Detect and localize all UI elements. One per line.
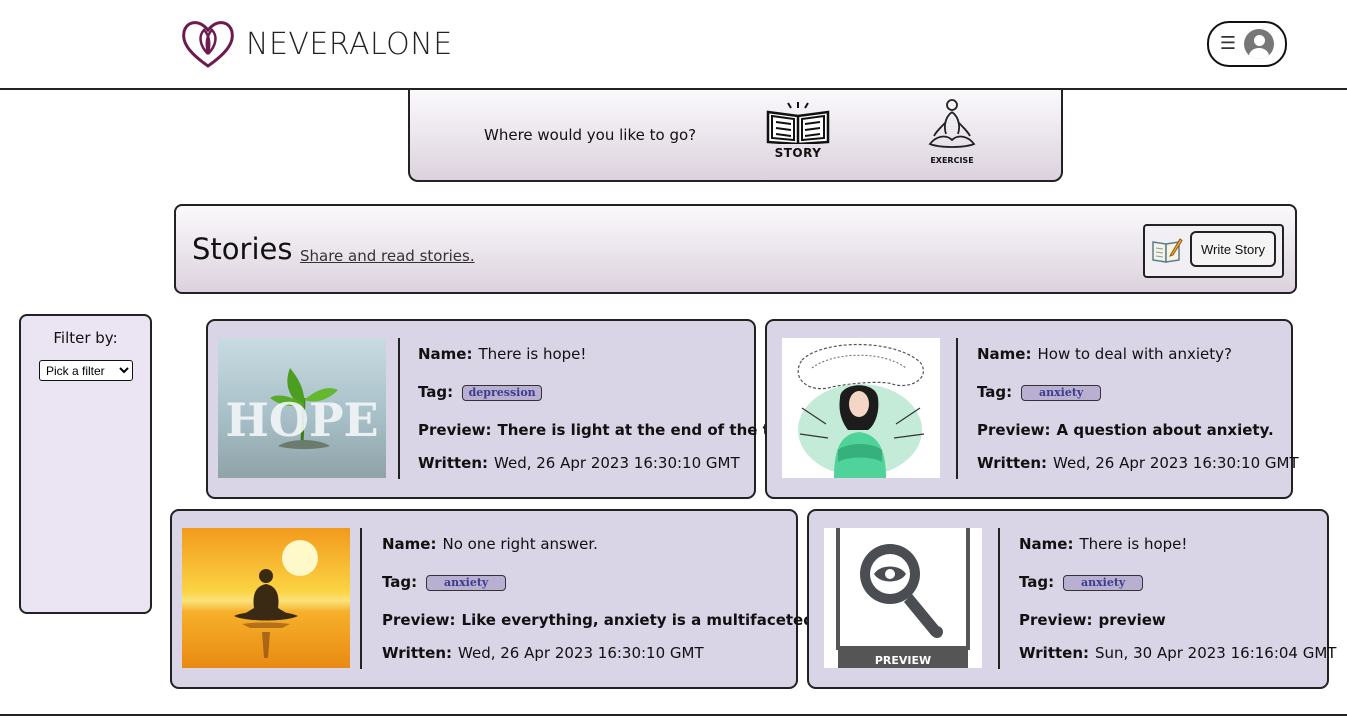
page-title: Stories	[192, 232, 293, 266]
preview-image-caption: PREVIEW	[875, 654, 931, 667]
name-label: Name:	[1019, 535, 1074, 553]
nav-story-link[interactable]: STORY	[764, 100, 832, 160]
preview-label: Preview:	[382, 611, 456, 629]
stories-banner: Stories Share and read stories. Write St…	[174, 204, 1297, 294]
story-tag-badge[interactable]: depression	[462, 384, 543, 401]
preview-label: Preview:	[1019, 611, 1093, 629]
story-written-date: Wed, 26 Apr 2023 16:30:10 GMT	[1053, 454, 1299, 472]
story-name: There is hope!	[1079, 535, 1188, 553]
navigation-panel: Where would you like to go? STORY EXERCI…	[408, 90, 1063, 182]
story-card[interactable]: PREVIEW Name: There is hope! Tag: anxiety …	[807, 509, 1336, 689]
story-name: No one right answer.	[442, 535, 598, 553]
preview-placeholder-image: PREVIEW	[824, 528, 982, 668]
write-story-panel: Write Story	[1143, 224, 1284, 278]
preview-label: Preview:	[418, 421, 492, 439]
footer-divider	[0, 714, 1347, 716]
page-subtitle[interactable]: Share and read stories.	[300, 247, 475, 265]
nav-question: Where would you like to go?	[484, 126, 697, 144]
written-label: Written:	[977, 454, 1048, 472]
story-card[interactable]: HOPE Name: There is hope! Tag: depression …	[206, 319, 823, 499]
heart-logo-icon	[182, 21, 234, 68]
write-story-button[interactable]: Write Story	[1190, 231, 1276, 267]
story-preview: A question about anxiety.	[1056, 421, 1274, 439]
name-label: Name:	[382, 535, 437, 553]
tag-label: Tag:	[977, 383, 1013, 401]
sprout-icon: HOPE	[225, 368, 379, 449]
card-divider	[998, 528, 1000, 669]
book-pencil-icon	[1152, 238, 1183, 263]
filter-select[interactable]: Pick a filter	[39, 360, 133, 381]
story-written-date: Sun, 30 Apr 2023 16:16:04 GMT	[1095, 644, 1337, 662]
anxious-person-icon	[797, 343, 925, 478]
tag-label: Tag:	[418, 383, 454, 401]
written-label: Written:	[382, 644, 453, 662]
anxiety-illustration-image	[782, 338, 940, 478]
story-card[interactable]: Name: No one right answer. Tag: anxiety Pr…	[170, 509, 889, 689]
card-divider	[956, 338, 958, 479]
hope-sprout-image: HOPE	[218, 338, 386, 478]
story-tag-badge[interactable]: anxiety	[1021, 384, 1102, 401]
story-preview: preview	[1098, 611, 1166, 629]
nav-exercise-label: EXERCISE	[930, 156, 974, 165]
story-card[interactable]: Name: How to deal with anxiety? Tag: anxie…	[765, 319, 1299, 499]
story-written-date: Wed, 26 Apr 2023 16:30:10 GMT	[494, 454, 740, 472]
card-divider	[398, 338, 400, 479]
meditating-person-icon	[234, 540, 318, 658]
tag-label: Tag:	[382, 573, 418, 591]
story-tag-badge[interactable]: anxiety	[1063, 574, 1144, 591]
story-written-date: Wed, 26 Apr 2023 16:30:10 GMT	[458, 644, 704, 662]
name-label: Name:	[977, 345, 1032, 363]
story-name: How to deal with anxiety?	[1037, 345, 1232, 363]
preview-label: Preview:	[977, 421, 1051, 439]
story-name: There is hope!	[478, 345, 587, 363]
written-label: Written:	[1019, 644, 1090, 662]
story-tag-badge[interactable]: anxiety	[426, 574, 507, 591]
tag-label: Tag:	[1019, 573, 1055, 591]
filter-panel: Filter by: Pick a filter	[19, 314, 152, 614]
nav-exercise-link[interactable]: EXERCISE	[922, 98, 982, 165]
magnifier-eye-icon: PREVIEW	[836, 528, 970, 668]
brand-logo[interactable]: NEVERALONE	[180, 18, 453, 70]
filter-label: Filter by:	[53, 329, 118, 347]
written-label: Written:	[418, 454, 489, 472]
meditation-icon	[928, 99, 976, 148]
header: NEVERALONE ☰	[0, 0, 1347, 90]
open-book-icon	[766, 102, 830, 146]
name-label: Name:	[418, 345, 473, 363]
hope-image-text: HOPE	[225, 393, 378, 447]
card-divider	[360, 528, 362, 669]
user-menu-button[interactable]: ☰	[1207, 21, 1287, 67]
brand-name: NEVERALONE	[246, 26, 453, 62]
user-avatar-icon	[1244, 29, 1275, 59]
hamburger-menu-icon: ☰	[1219, 33, 1237, 54]
nav-story-label: STORY	[774, 146, 822, 160]
meditation-sunset-image	[182, 528, 350, 668]
